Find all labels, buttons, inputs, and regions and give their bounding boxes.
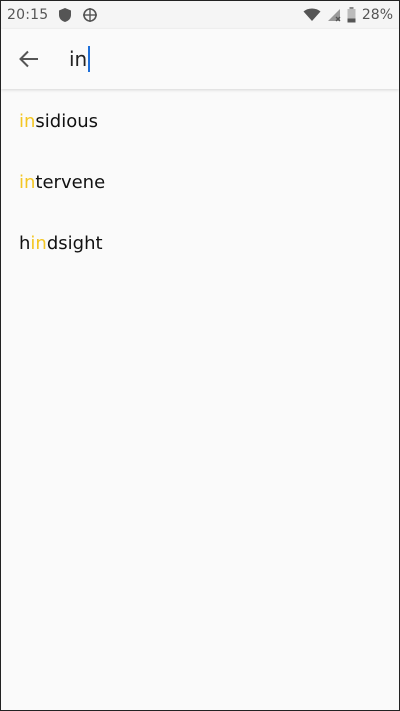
search-input[interactable]: in: [69, 47, 87, 71]
wifi-icon: [303, 8, 321, 22]
status-time: 20:15: [7, 7, 49, 23]
battery-icon: [347, 7, 356, 23]
result-match: in: [30, 233, 47, 254]
text-cursor: [88, 46, 91, 72]
shield-icon: [58, 7, 72, 23]
crosshair-icon: [82, 7, 98, 23]
result-post: sidious: [35, 111, 99, 132]
app-screen: 20:15 28% in in sidious in tervene h in …: [0, 0, 400, 711]
list-item[interactable]: in sidious: [1, 91, 399, 152]
result-match: in: [19, 111, 36, 132]
signal-icon: [327, 8, 341, 22]
status-left: 20:15: [7, 7, 98, 23]
list-item[interactable]: h in dsight: [1, 213, 399, 274]
result-match: in: [19, 172, 36, 193]
status-bar: 20:15 28%: [1, 1, 399, 29]
back-button[interactable]: [1, 29, 57, 89]
search-toolbar: in: [1, 29, 399, 89]
result-post: dsight: [46, 233, 103, 254]
result-pre: h: [19, 233, 31, 254]
battery-percentage: 28%: [361, 7, 393, 23]
list-item[interactable]: in tervene: [1, 152, 399, 213]
search-field[interactable]: in: [69, 29, 91, 89]
results-list: in sidious in tervene h in dsight: [1, 89, 399, 274]
status-right: 28%: [303, 7, 393, 23]
result-post: tervene: [35, 172, 106, 193]
arrow-left-icon: [19, 50, 39, 68]
